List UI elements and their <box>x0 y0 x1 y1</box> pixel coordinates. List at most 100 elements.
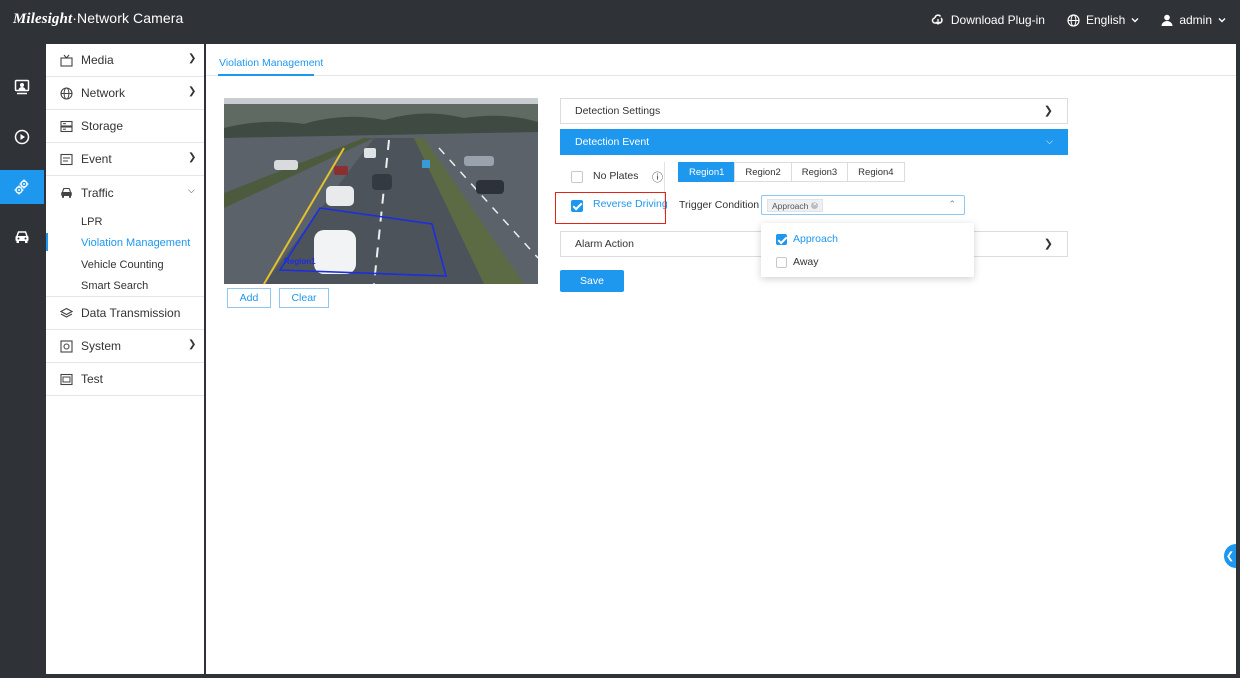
accordion-detection-settings[interactable]: Detection Settings ❯ <box>560 98 1068 124</box>
milesight-logo: Milesight <box>13 11 73 27</box>
accordion-title: Detection Event <box>575 136 650 148</box>
no-plates-checkbox[interactable] <box>571 171 583 183</box>
icon-rail <box>0 40 44 678</box>
nav-item-test[interactable]: Test <box>46 363 204 396</box>
user-label: admin <box>1179 13 1212 27</box>
layers-icon <box>60 307 73 318</box>
tab-underline <box>218 74 314 76</box>
nav-label-test: Test <box>81 372 104 386</box>
accordion-title: Alarm Action <box>575 238 634 250</box>
nav-item-network[interactable]: Network ❯ <box>46 77 204 110</box>
storage-icon <box>60 120 73 133</box>
option-approach-checkbox <box>776 233 787 245</box>
nav-label-media: Media <box>81 53 114 67</box>
tab-violation-management[interactable]: Violation Management <box>219 57 323 69</box>
nav-sub-smart-search[interactable]: Smart Search <box>81 280 148 292</box>
nav-label-data-transmission: Data Transmission <box>81 306 181 320</box>
trigger-condition-select[interactable]: Approach ✕ ⌃ <box>761 195 965 215</box>
nav-active-indicator <box>46 233 48 251</box>
chevron-right-icon: ❯ <box>188 86 197 97</box>
add-button[interactable]: Add <box>227 288 271 308</box>
collapse-panel-handle[interactable]: ❮ <box>1224 544 1236 568</box>
clear-button[interactable]: Clear <box>279 288 329 308</box>
no-plates-label: No Plates <box>593 170 639 182</box>
nav-sub-vehicle-counting[interactable]: Vehicle Counting <box>81 259 164 271</box>
trigger-condition-label: Trigger Condition <box>679 199 760 211</box>
language-select[interactable]: English <box>1067 13 1139 27</box>
nav-item-data-transmission[interactable]: Data Transmission <box>46 297 204 330</box>
nav-item-system[interactable]: System ❯ <box>46 330 204 363</box>
plugin-icon <box>931 14 943 25</box>
nav-sub-violation-management[interactable]: Violation Management <box>81 237 190 249</box>
event-icon <box>60 153 73 166</box>
brand: Milesight·Network Camera <box>13 10 183 28</box>
tab-bar: Violation Management <box>206 44 1236 76</box>
nav-label-traffic: Traffic <box>81 185 114 200</box>
user-icon <box>1161 14 1173 26</box>
accordion-title: Detection Settings <box>575 105 661 117</box>
trigger-condition-dropdown: Approach Away <box>761 223 974 277</box>
app-title: Network Camera <box>77 10 184 26</box>
chevron-down-icon <box>1131 18 1139 23</box>
video-preview[interactable]: Region1 <box>224 98 538 284</box>
nav-item-traffic[interactable]: Traffic ⌵ <box>46 176 204 209</box>
rail-live-view[interactable] <box>0 70 44 104</box>
option-away-checkbox <box>776 256 787 268</box>
chevron-right-icon: ❯ <box>188 339 197 350</box>
user-menu[interactable]: admin <box>1161 13 1226 27</box>
top-actions: Download Plug-in English admin <box>931 0 1226 40</box>
rail-traffic[interactable] <box>0 220 44 254</box>
settings-icon <box>14 179 29 195</box>
region-overlay-label: Region1 <box>284 257 316 266</box>
chevron-right-icon: ❯ <box>1043 105 1053 117</box>
option-label: Approach <box>793 233 838 245</box>
option-away[interactable]: Away <box>776 256 819 268</box>
save-button[interactable]: Save <box>560 270 624 292</box>
rail-playback[interactable] <box>0 120 44 154</box>
chevron-right-icon: ❯ <box>1043 238 1053 250</box>
chevron-right-icon: ❯ <box>188 152 197 163</box>
globe-icon <box>1067 13 1080 27</box>
nav-label-system: System <box>81 339 122 353</box>
region-tabs: Region1 Region2 Region3 Region4 <box>678 162 905 182</box>
media-icon <box>60 54 73 67</box>
chevron-down-icon: ⌵ <box>1046 136 1053 146</box>
live-view-icon <box>14 79 30 95</box>
tab-region4[interactable]: Region4 <box>847 162 905 182</box>
download-plugin-label: Download Plug-in <box>950 13 1045 27</box>
traffic-icon <box>15 231 29 243</box>
download-plugin-button[interactable]: Download Plug-in <box>931 13 1045 27</box>
nav-item-event[interactable]: Event ❯ <box>46 143 204 176</box>
playback-icon <box>14 129 30 145</box>
language-label: English <box>1085 13 1126 27</box>
option-label: Away <box>793 256 819 268</box>
test-icon <box>60 373 73 386</box>
rail-settings[interactable] <box>0 170 44 204</box>
tag-label: Approach <box>772 200 809 211</box>
nav-sub-lpr[interactable]: LPR <box>81 216 102 228</box>
info-icon[interactable]: ⓘ <box>652 169 663 185</box>
chevron-right-icon: ❯ <box>188 53 197 64</box>
nav-item-media[interactable]: Media ❯ <box>46 44 204 77</box>
chevron-left-icon: ❮ <box>1225 550 1235 562</box>
main-panel: Violation Management Region1 Add Clear D… <box>206 44 1236 674</box>
selected-tag-approach[interactable]: Approach ✕ <box>767 199 824 212</box>
nav-label-storage: Storage <box>81 119 124 133</box>
accordion-detection-event[interactable]: Detection Event ⌵ <box>560 129 1068 155</box>
side-nav: Media ❯ Network ❯ Storage Event ❯ Traffi… <box>46 44 204 674</box>
top-bar: Milesight·Network Camera Download Plug-i… <box>0 0 1240 40</box>
nav-label-network: Network <box>81 86 126 100</box>
globe-icon <box>60 87 73 100</box>
chevron-down-icon: ⌵ <box>188 185 195 195</box>
highlight-box <box>555 192 666 224</box>
nav-item-storage[interactable]: Storage <box>46 110 204 143</box>
tab-region3[interactable]: Region3 <box>790 162 849 182</box>
system-icon <box>60 340 73 353</box>
remove-tag-icon[interactable]: ✕ <box>811 202 819 209</box>
nav-label-event: Event <box>81 152 112 166</box>
option-approach[interactable]: Approach <box>776 233 838 245</box>
chevron-down-icon <box>1218 18 1226 23</box>
tab-region2[interactable]: Region2 <box>734 162 792 182</box>
car-icon <box>61 187 72 198</box>
tab-region1[interactable]: Region1 <box>678 162 736 182</box>
